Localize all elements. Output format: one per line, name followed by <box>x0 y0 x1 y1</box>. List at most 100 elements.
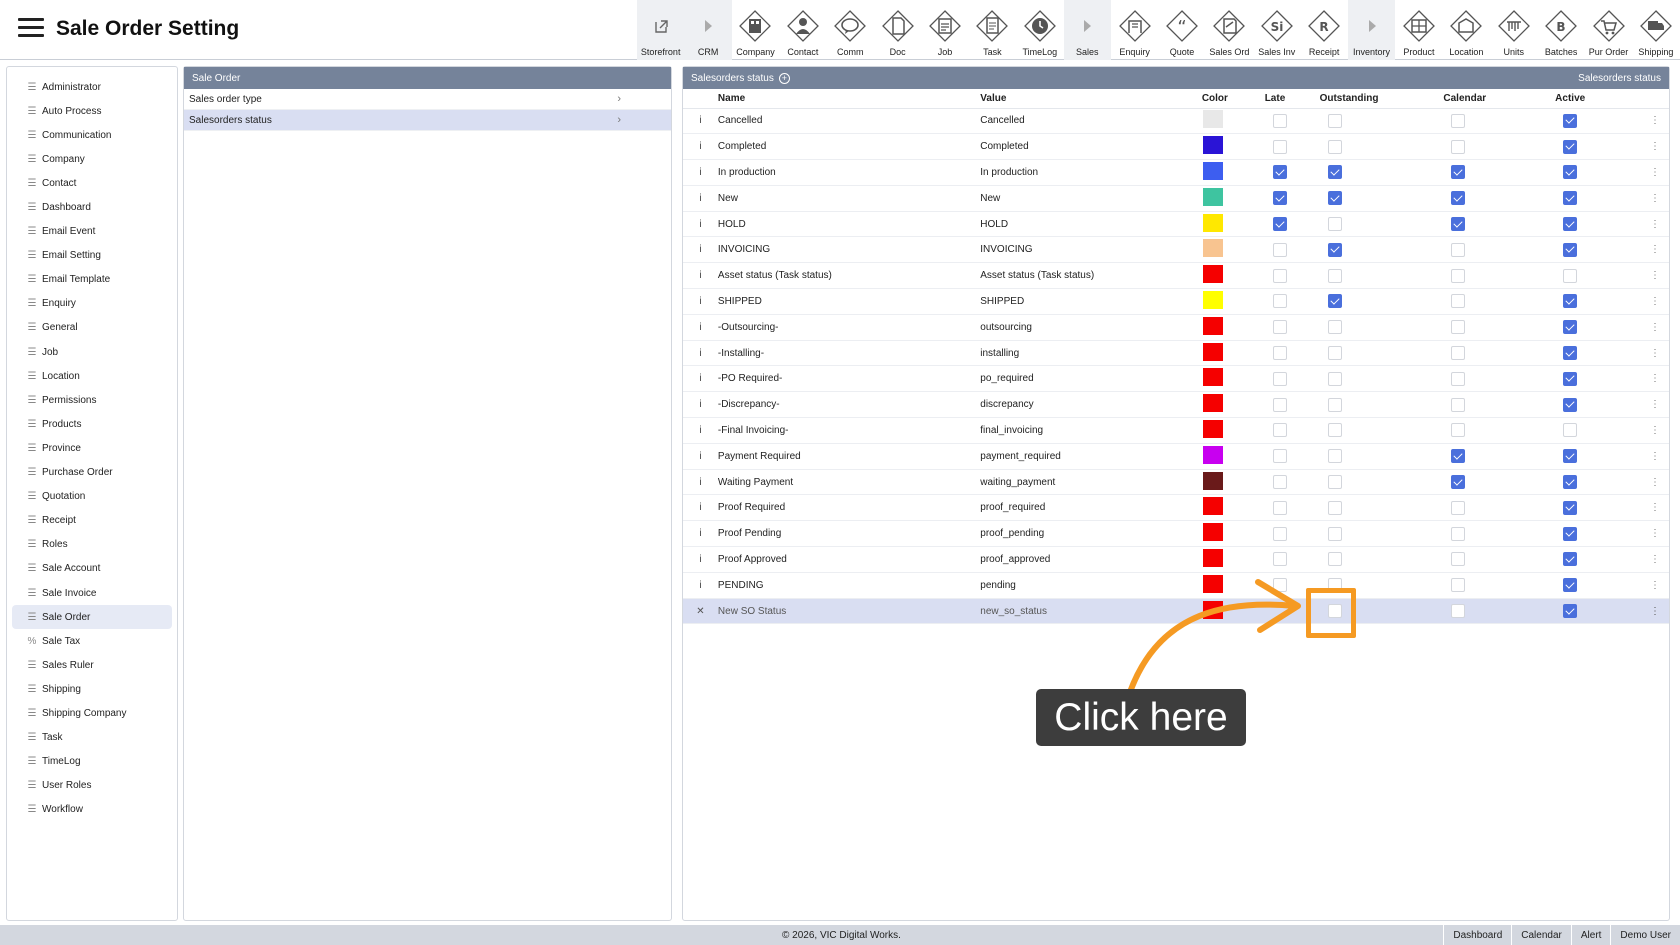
info-icon[interactable]: i <box>683 262 718 290</box>
sidebar-item-quotation[interactable]: ☰ Quotation <box>12 485 172 509</box>
outstanding-checkbox[interactable] <box>1327 475 1342 490</box>
active-checkbox[interactable] <box>1563 578 1578 593</box>
sidebar-item-sales-ruler[interactable]: ☰ Sales Ruler <box>12 653 172 677</box>
color-swatch[interactable] <box>1202 394 1223 413</box>
color-swatch[interactable] <box>1202 161 1223 180</box>
outstanding-checkbox[interactable] <box>1327 397 1342 412</box>
late-checkbox[interactable] <box>1272 423 1287 438</box>
info-icon[interactable]: i <box>683 185 718 212</box>
late-checkbox[interactable] <box>1272 526 1287 541</box>
hamburger-menu-icon[interactable] <box>18 18 44 38</box>
sidebar-item-communication[interactable]: ☰ Communication <box>12 123 172 147</box>
late-checkbox[interactable] <box>1272 578 1287 593</box>
sidebar-item-sale-invoice[interactable]: ☰ Sale Invoice <box>12 581 172 605</box>
outstanding-checkbox[interactable] <box>1327 294 1342 309</box>
active-checkbox[interactable] <box>1563 526 1578 541</box>
info-icon[interactable]: i <box>683 133 718 161</box>
late-checkbox[interactable] <box>1272 217 1287 232</box>
sidebar-item-province[interactable]: ☰ Province <box>12 436 172 460</box>
late-checkbox[interactable] <box>1272 165 1287 180</box>
sidebar-item-timelog[interactable]: ☰ TimeLog <box>12 750 172 774</box>
nav-shipping[interactable]: Shipping <box>1632 0 1679 60</box>
info-icon[interactable]: i <box>683 314 718 341</box>
sidebar-item-email-setting[interactable]: ☰ Email Setting <box>12 244 172 268</box>
info-icon[interactable]: i <box>683 159 718 186</box>
late-checkbox[interactable] <box>1272 346 1287 361</box>
settings-list-item-sales-order-type[interactable]: Sales order type › <box>184 89 671 110</box>
color-swatch[interactable] <box>1202 600 1223 619</box>
sidebar-item-roles[interactable]: ☰ Roles <box>12 533 172 557</box>
outstanding-checkbox[interactable] <box>1327 191 1342 206</box>
row-menu-icon[interactable]: ⋮ <box>1640 211 1669 238</box>
color-swatch[interactable] <box>1202 213 1223 232</box>
row-menu-icon[interactable]: ⋮ <box>1640 494 1669 522</box>
settings-list-item-salesorders-status[interactable]: Salesorders status › <box>184 110 671 131</box>
info-icon[interactable]: i <box>683 211 718 238</box>
sidebar-item-general[interactable]: ☰ General <box>12 316 172 340</box>
footer-link-demo-user[interactable]: Demo User <box>1610 925 1680 945</box>
active-checkbox[interactable] <box>1563 113 1578 128</box>
row-menu-icon[interactable]: ⋮ <box>1640 262 1669 290</box>
nav-product[interactable]: Product <box>1395 0 1442 60</box>
nav-company[interactable]: Company <box>732 0 779 60</box>
footer-link-alert[interactable]: Alert <box>1570 925 1611 945</box>
color-swatch[interactable] <box>1202 136 1223 155</box>
outstanding-checkbox[interactable] <box>1327 371 1342 386</box>
sidebar-item-workflow[interactable]: ☰ Workflow <box>12 798 172 822</box>
sidebar-item-dashboard[interactable]: ☰ Dashboard <box>12 195 172 219</box>
nav-crm[interactable]: CRM <box>684 0 732 60</box>
color-swatch[interactable] <box>1202 316 1223 335</box>
info-icon[interactable]: i <box>683 494 718 522</box>
calendar-checkbox[interactable] <box>1451 346 1466 361</box>
late-checkbox[interactable] <box>1272 320 1287 335</box>
color-swatch[interactable] <box>1202 548 1223 567</box>
outstanding-checkbox[interactable] <box>1327 165 1342 180</box>
late-checkbox[interactable] <box>1272 139 1287 154</box>
color-swatch[interactable] <box>1202 239 1223 258</box>
sidebar-item-location[interactable]: ☰ Location <box>12 364 172 388</box>
add-status-icon[interactable]: + <box>778 72 790 84</box>
nav-sales-inv[interactable]: Si Sales Inv <box>1253 0 1300 60</box>
nav-location[interactable]: Location <box>1443 0 1490 60</box>
sidebar-item-task[interactable]: ☰ Task <box>12 726 172 750</box>
late-checkbox[interactable] <box>1272 294 1287 309</box>
active-checkbox[interactable] <box>1563 268 1578 283</box>
late-checkbox[interactable] <box>1272 191 1287 206</box>
color-swatch[interactable] <box>1202 110 1223 129</box>
nav-sales-ord[interactable]: Sales Ord <box>1206 0 1253 60</box>
info-icon[interactable]: i <box>683 236 718 264</box>
info-icon[interactable]: i <box>683 469 718 496</box>
sidebar-item-job[interactable]: ☰ Job <box>12 340 172 364</box>
row-menu-icon[interactable]: ⋮ <box>1640 159 1669 186</box>
nav-quote[interactable]: “ Quote <box>1158 0 1205 60</box>
calendar-checkbox[interactable] <box>1451 475 1466 490</box>
calendar-checkbox[interactable] <box>1451 139 1466 154</box>
row-menu-icon[interactable]: ⋮ <box>1640 236 1669 264</box>
sidebar-item-sale-order[interactable]: ☰ Sale Order <box>12 605 172 630</box>
row-menu-icon[interactable]: ⋮ <box>1640 340 1669 367</box>
active-checkbox[interactable] <box>1563 423 1578 438</box>
nav-job[interactable]: Job <box>921 0 968 60</box>
info-icon[interactable]: i <box>683 417 718 444</box>
nav-storefront[interactable]: Storefront <box>637 0 685 60</box>
nav-doc[interactable]: Doc <box>874 0 921 60</box>
late-checkbox[interactable] <box>1272 242 1287 257</box>
cancel-row-icon[interactable]: ✕ <box>683 598 718 625</box>
active-checkbox[interactable] <box>1563 500 1578 515</box>
calendar-checkbox[interactable] <box>1451 578 1466 593</box>
row-menu-icon[interactable]: ⋮ <box>1640 417 1669 444</box>
row-menu-icon[interactable]: ⋮ <box>1640 288 1669 315</box>
color-swatch[interactable] <box>1202 290 1223 309</box>
sidebar-item-sale-tax[interactable]: % Sale Tax <box>12 629 172 653</box>
active-checkbox[interactable] <box>1563 191 1578 206</box>
sidebar-item-purchase-order[interactable]: ☰ Purchase Order <box>12 461 172 485</box>
outstanding-checkbox[interactable] <box>1327 139 1342 154</box>
color-swatch[interactable] <box>1202 497 1223 516</box>
row-menu-icon[interactable]: ⋮ <box>1640 546 1669 573</box>
sidebar-item-enquiry[interactable]: ☰ Enquiry <box>12 292 172 316</box>
row-menu-icon[interactable]: ⋮ <box>1640 443 1669 470</box>
nav-pur-order[interactable]: Pur Order <box>1585 0 1632 60</box>
sidebar-item-products[interactable]: ☰ Products <box>12 412 172 436</box>
sidebar-item-sale-account[interactable]: ☰ Sale Account <box>12 557 172 581</box>
outstanding-checkbox[interactable] <box>1327 552 1342 567</box>
